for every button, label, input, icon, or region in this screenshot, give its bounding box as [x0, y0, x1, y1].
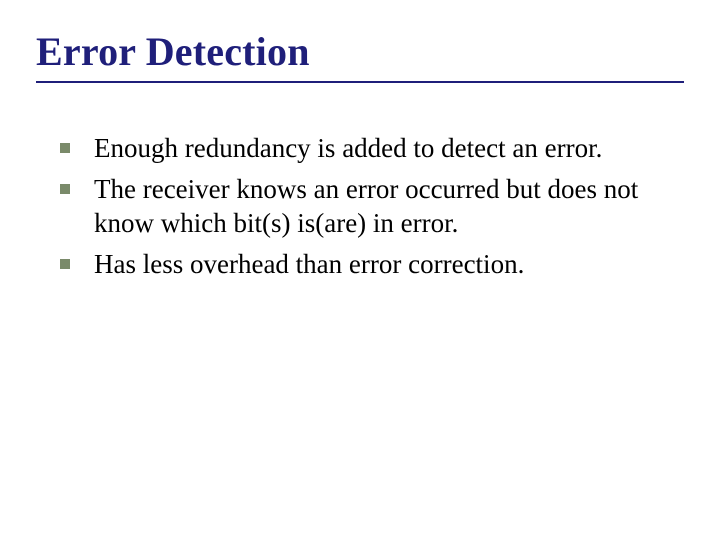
list-item: Enough redundancy is added to detect an … — [60, 131, 684, 166]
slide-title: Error Detection — [36, 28, 684, 75]
slide: Error Detection Enough redundancy is add… — [0, 0, 720, 540]
list-item: Has less overhead than error correction. — [60, 247, 684, 282]
bullet-list: Enough redundancy is added to detect an … — [36, 131, 684, 281]
list-item: The receiver knows an error occurred but… — [60, 172, 684, 241]
title-underline — [36, 81, 684, 83]
